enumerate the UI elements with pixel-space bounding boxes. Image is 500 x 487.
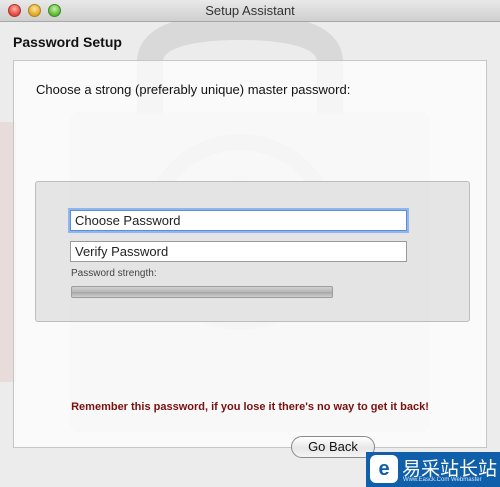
- warning-text: Remember this password, if you lose it t…: [71, 401, 429, 413]
- verify-password-field[interactable]: [70, 241, 407, 262]
- instruction-text: Choose a strong (preferably unique) mast…: [36, 82, 351, 97]
- choose-password-field[interactable]: [70, 210, 407, 231]
- password-strength-label: Password strength:: [71, 268, 157, 279]
- password-group: Password strength:: [35, 181, 470, 322]
- brand-url: Www.Easck.Com Webmaster: [403, 477, 482, 483]
- window-title: Setup Assistant: [205, 3, 295, 18]
- page-title: Password Setup: [13, 34, 122, 50]
- title-bar: Setup Assistant: [0, 0, 500, 22]
- brand-logo-icon: e: [370, 455, 398, 483]
- go-back-button[interactable]: Go Back: [291, 436, 375, 458]
- password-strength-meter: [71, 286, 333, 298]
- window-content: Password Setup Choose a strong (preferab…: [0, 22, 500, 487]
- brand-overlay: e 易采站长站 Www.Easck.Com Webmaster: [366, 452, 500, 487]
- setup-panel: Choose a strong (preferably unique) mast…: [13, 60, 487, 448]
